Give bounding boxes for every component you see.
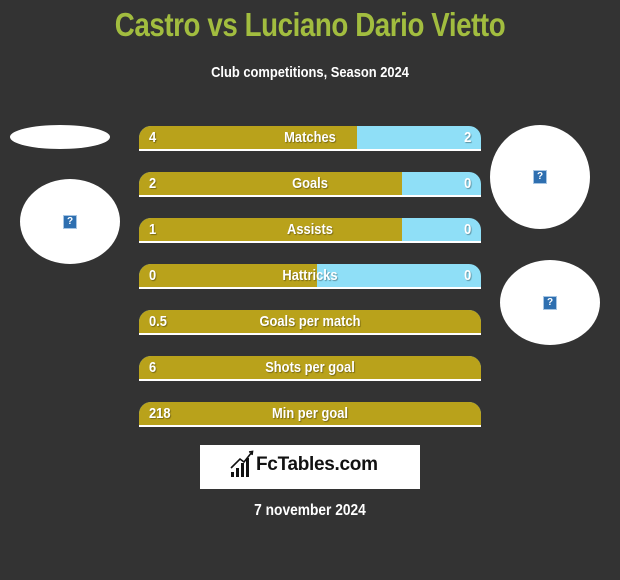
logo-text: FcTables.com bbox=[256, 454, 378, 475]
right-team-logo: ? bbox=[500, 260, 600, 345]
stat-label: Goals per match bbox=[259, 313, 361, 330]
stat-label: Hattricks bbox=[282, 267, 338, 284]
stat-row-matches: 4 Matches 2 bbox=[139, 126, 481, 151]
right-value: 0 bbox=[463, 221, 471, 238]
stat-row-min-per-goal: 218 Min per goal bbox=[139, 402, 481, 427]
date-label: 7 november 2024 bbox=[254, 502, 366, 519]
page-title: Castro vs Luciano Dario Vietto bbox=[114, 6, 506, 43]
left-player-photo: ? bbox=[20, 179, 120, 264]
stat-label: Shots per goal bbox=[265, 359, 355, 376]
stat-label: Goals bbox=[292, 175, 328, 192]
stat-label: Matches bbox=[284, 129, 336, 146]
right-value: 0 bbox=[463, 267, 471, 284]
left-value: 4 bbox=[149, 129, 157, 146]
stat-row-goals-per-match: 0.5 Goals per match bbox=[139, 310, 481, 335]
broken-image-icon: ? bbox=[543, 295, 557, 310]
stat-row-shots-per-goal: 6 Shots per goal bbox=[139, 356, 481, 381]
right-value: 2 bbox=[463, 129, 471, 146]
right-value: 0 bbox=[463, 175, 471, 192]
left-value: 1 bbox=[149, 221, 157, 238]
left-value: 2 bbox=[149, 175, 157, 192]
page-subtitle: Club competitions, Season 2024 bbox=[211, 64, 409, 81]
stat-row-goals: 2 Goals 0 bbox=[139, 172, 481, 197]
stat-label: Min per goal bbox=[272, 405, 348, 422]
stat-row-hattricks: 0 Hattricks 0 bbox=[139, 264, 481, 289]
fctables-logo[interactable]: FcTables.com bbox=[200, 445, 420, 489]
right-player-photo: ? bbox=[490, 125, 590, 229]
broken-image-icon: ? bbox=[533, 170, 547, 184]
left-value: 0 bbox=[149, 267, 157, 284]
broken-image-icon: ? bbox=[63, 214, 77, 229]
left-player-name-placeholder bbox=[10, 125, 110, 149]
bar-chart-icon bbox=[230, 450, 254, 477]
stat-label: Assists bbox=[287, 221, 333, 238]
stat-row-assists: 1 Assists 0 bbox=[139, 218, 481, 243]
left-value: 6 bbox=[149, 359, 157, 376]
